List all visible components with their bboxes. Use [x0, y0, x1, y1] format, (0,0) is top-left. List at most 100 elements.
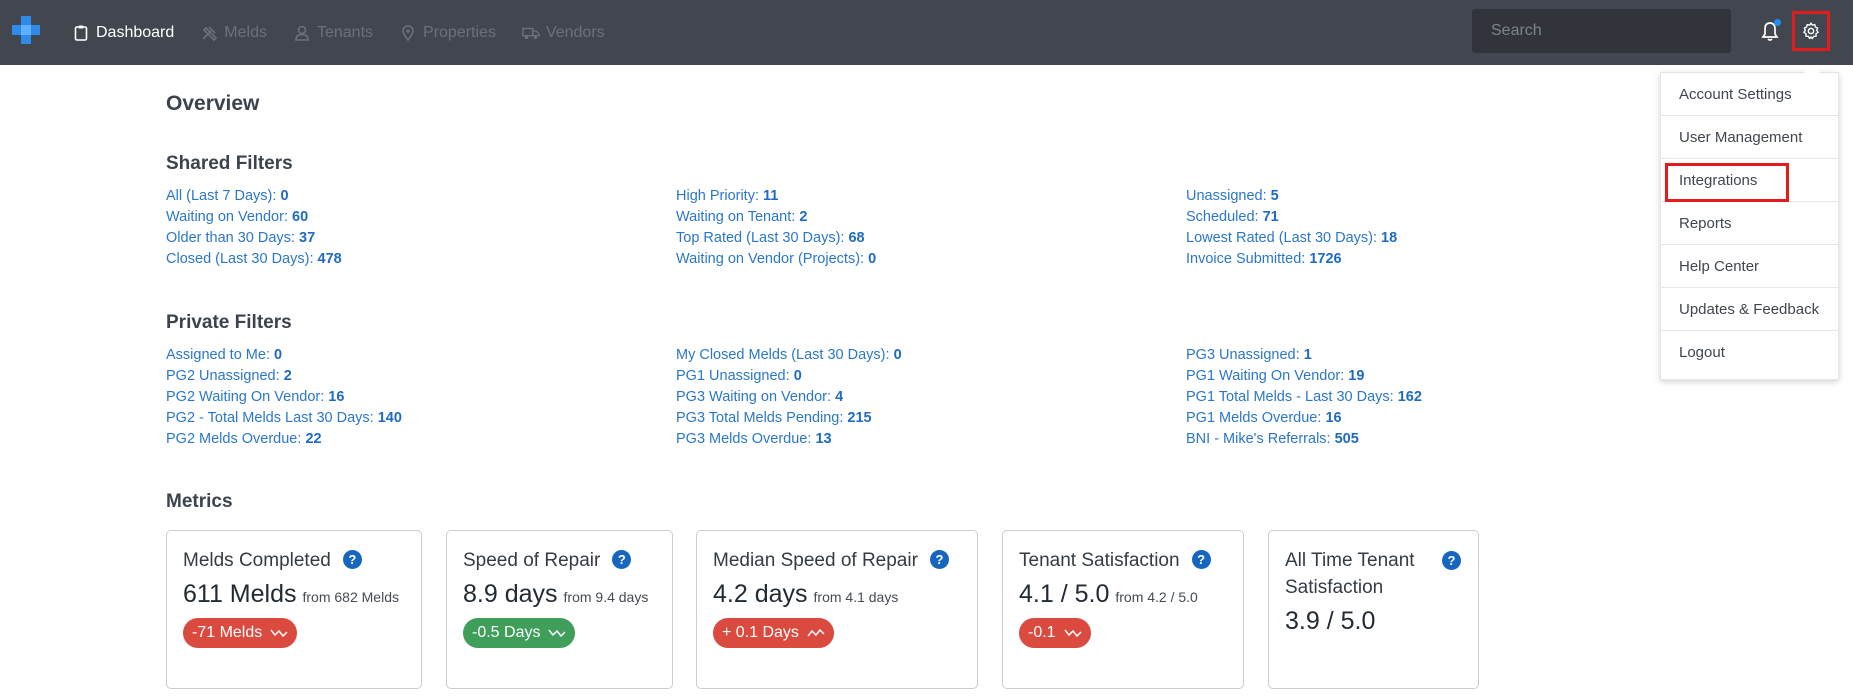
- truck-icon: [522, 27, 540, 39]
- metric-value: 611 Melds: [183, 580, 297, 608]
- filter-link[interactable]: BNI - Mike's Referrals: 505: [1186, 429, 1422, 450]
- metric-previous: from 9.4 days: [563, 589, 649, 605]
- trend-down-icon: [548, 629, 566, 638]
- metric-value-row: 4.1 / 5.0 from 4.2 / 5.0: [1019, 580, 1227, 609]
- filter-link[interactable]: PG2 Waiting On Vendor: 16: [166, 387, 402, 408]
- help-icon[interactable]: ?: [342, 550, 362, 569]
- nav-melds-label: Melds: [224, 23, 267, 41]
- metric-title-text: Median Speed of Repair: [713, 550, 918, 571]
- menu-item-integrations[interactable]: Integrations: [1661, 159, 1838, 202]
- metric-value: 4.2 days: [713, 580, 808, 608]
- filter-link[interactable]: PG3 Melds Overdue: 13: [676, 429, 902, 450]
- nav-properties-label: Properties: [423, 23, 496, 41]
- filter-link[interactable]: Top Rated (Last 30 Days): 68: [676, 228, 876, 249]
- help-icon[interactable]: ?: [1191, 550, 1211, 569]
- trend-down-icon: [270, 629, 288, 638]
- metric-title: Melds Completed?: [183, 547, 405, 574]
- nav-vendors-label: Vendors: [545, 23, 605, 41]
- filter-link[interactable]: Lowest Rated (Last 30 Days): 18: [1186, 228, 1397, 249]
- trend-up-icon: [807, 628, 825, 637]
- metric-title-text: Melds Completed: [183, 550, 331, 571]
- settings-button[interactable]: [1792, 11, 1830, 51]
- metric-value-row: 3.9 / 5.0: [1285, 607, 1462, 636]
- filter-link[interactable]: All (Last 7 Days): 0: [166, 186, 342, 207]
- menu-item-reports[interactable]: Reports: [1661, 202, 1838, 245]
- private-filters: Assigned to Me: 0 PG2 Unassigned: 2 PG2 …: [166, 345, 1686, 455]
- nav-tenants-label: Tenants: [316, 23, 374, 41]
- filter-link[interactable]: PG3 Waiting on Vendor: 4: [676, 387, 902, 408]
- menu-item-user-management[interactable]: User Management: [1661, 116, 1838, 159]
- metric-title-text: Speed of Repair: [463, 550, 601, 571]
- metric-value: 8.9 days: [463, 580, 558, 608]
- search-input[interactable]: [1472, 9, 1731, 53]
- main-nav: Dashboard Melds Tenants Properties Vendo…: [72, 0, 631, 65]
- filter-link[interactable]: PG3 Total Melds Pending: 215: [676, 408, 902, 429]
- filter-link[interactable]: PG2 - Total Melds Last 30 Days: 140: [166, 408, 402, 429]
- filter-link[interactable]: PG1 Waiting On Vendor: 19: [1186, 366, 1422, 387]
- clipboard-icon: [74, 25, 88, 41]
- metric-title: Speed of Repair?: [463, 547, 656, 574]
- metric-previous: from 4.1 days: [813, 589, 899, 605]
- nav-tenants[interactable]: Tenants: [293, 24, 373, 42]
- person-icon: [295, 25, 309, 41]
- propertymeld-logo-icon[interactable]: [10, 14, 42, 46]
- filter-link[interactable]: Waiting on Vendor (Projects): 0: [676, 249, 876, 270]
- metric-value: 4.1 / 5.0: [1019, 580, 1110, 608]
- notification-dot: [1774, 19, 1781, 26]
- metric-card-all-time-tenant-satisfaction: All Time Tenant Satisfaction? 3.9 / 5.0: [1268, 530, 1479, 689]
- metric-value: 3.9 / 5.0: [1285, 607, 1376, 635]
- metric-change-badge: + 0.1 Days: [713, 618, 834, 648]
- menu-item-help-center[interactable]: Help Center: [1661, 245, 1838, 288]
- help-icon[interactable]: ?: [1442, 551, 1461, 570]
- metric-change-text: -0.1: [1028, 624, 1056, 641]
- top-navigation-bar: Dashboard Melds Tenants Properties Vendo…: [0, 0, 1853, 65]
- map-pin-icon: [402, 24, 414, 41]
- filter-link[interactable]: PG1 Total Melds - Last 30 Days: 162: [1186, 387, 1422, 408]
- filter-link[interactable]: PG1 Unassigned: 0: [676, 366, 902, 387]
- metric-title: All Time Tenant Satisfaction?: [1285, 547, 1462, 601]
- nav-melds[interactable]: Melds: [200, 24, 267, 42]
- nav-dashboard[interactable]: Dashboard: [72, 24, 174, 42]
- metrics-title: Metrics: [166, 491, 233, 512]
- notifications-button[interactable]: [1759, 19, 1781, 43]
- menu-item-logout[interactable]: Logout: [1661, 331, 1838, 374]
- metric-change-text: -0.5 Days: [472, 624, 541, 641]
- trend-down-icon: [1063, 629, 1082, 638]
- tools-icon: [202, 25, 218, 41]
- filter-link[interactable]: Older than 30 Days: 37: [166, 228, 342, 249]
- filter-link[interactable]: My Closed Melds (Last 30 Days): 0: [676, 345, 902, 366]
- nav-vendors[interactable]: Vendors: [522, 24, 605, 42]
- filter-link[interactable]: Assigned to Me: 0: [166, 345, 402, 366]
- filter-link[interactable]: PG1 Melds Overdue: 16: [1186, 408, 1422, 429]
- metric-previous: from 4.2 / 5.0: [1115, 589, 1198, 605]
- filter-link[interactable]: PG2 Melds Overdue: 22: [166, 429, 402, 450]
- nav-dashboard-label: Dashboard: [96, 23, 175, 41]
- gear-icon: [1803, 22, 1819, 40]
- filter-link[interactable]: Scheduled: 71: [1186, 207, 1397, 228]
- metric-value-row: 4.2 days from 4.1 days: [713, 580, 961, 609]
- metric-card-melds-completed: Melds Completed? 611 Melds from 682 Melds…: [166, 530, 422, 689]
- filter-link[interactable]: Unassigned: 5: [1186, 186, 1397, 207]
- metric-value-row: 8.9 days from 9.4 days: [463, 580, 656, 609]
- page-title: Overview: [166, 92, 260, 115]
- filter-link[interactable]: Closed (Last 30 Days): 478: [166, 249, 342, 270]
- menu-item-updates-feedback[interactable]: Updates & Feedback: [1661, 288, 1838, 331]
- metric-change-text: + 0.1 Days: [722, 624, 799, 641]
- filter-link[interactable]: Invoice Submitted: 1726: [1186, 249, 1397, 270]
- filter-link[interactable]: PG2 Unassigned: 2: [166, 366, 402, 387]
- filter-link[interactable]: High Priority: 11: [676, 186, 876, 207]
- help-icon[interactable]: ?: [612, 550, 632, 569]
- filter-link[interactable]: PG3 Unassigned: 1: [1186, 345, 1422, 366]
- metric-change-badge: -0.1: [1019, 618, 1091, 648]
- metric-card-speed-of-repair: Speed of Repair? 8.9 days from 9.4 days -…: [446, 530, 673, 689]
- private-filters-column: PG3 Unassigned: 1 PG1 Waiting On Vendor:…: [1186, 345, 1422, 450]
- help-icon[interactable]: ?: [929, 550, 949, 569]
- metric-previous: from 682 Melds: [302, 589, 399, 605]
- nav-properties[interactable]: Properties: [399, 24, 496, 42]
- metric-card-tenant-satisfaction: Tenant Satisfaction? 4.1 / 5.0 from 4.2 /…: [1002, 530, 1244, 689]
- filter-link[interactable]: Waiting on Vendor: 60: [166, 207, 342, 228]
- filter-link[interactable]: Waiting on Tenant: 2: [676, 207, 876, 228]
- metric-card-median-speed-of-repair: Median Speed of Repair? 4.2 days from 4.1…: [696, 530, 978, 689]
- menu-item-account-settings[interactable]: Account Settings: [1661, 73, 1838, 116]
- metric-value-row: 611 Melds from 682 Melds: [183, 580, 405, 609]
